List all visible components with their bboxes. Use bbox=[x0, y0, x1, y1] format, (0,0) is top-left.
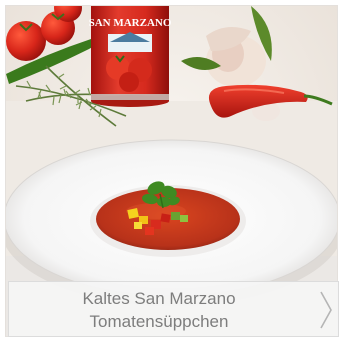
chevron-right-icon[interactable] bbox=[318, 290, 334, 330]
recipe-title[interactable]: Kaltes San Marzano Tomatensüppchen bbox=[9, 287, 309, 333]
recipe-title-line-2: Tomatensüppchen bbox=[89, 312, 229, 331]
can-brand-label: SAN MARZANO bbox=[89, 17, 172, 29]
recipe-title-line-1: Kaltes San Marzano bbox=[82, 289, 236, 308]
recipe-caption[interactable]: Kaltes San Marzano Tomatensüppchen bbox=[8, 281, 339, 337]
